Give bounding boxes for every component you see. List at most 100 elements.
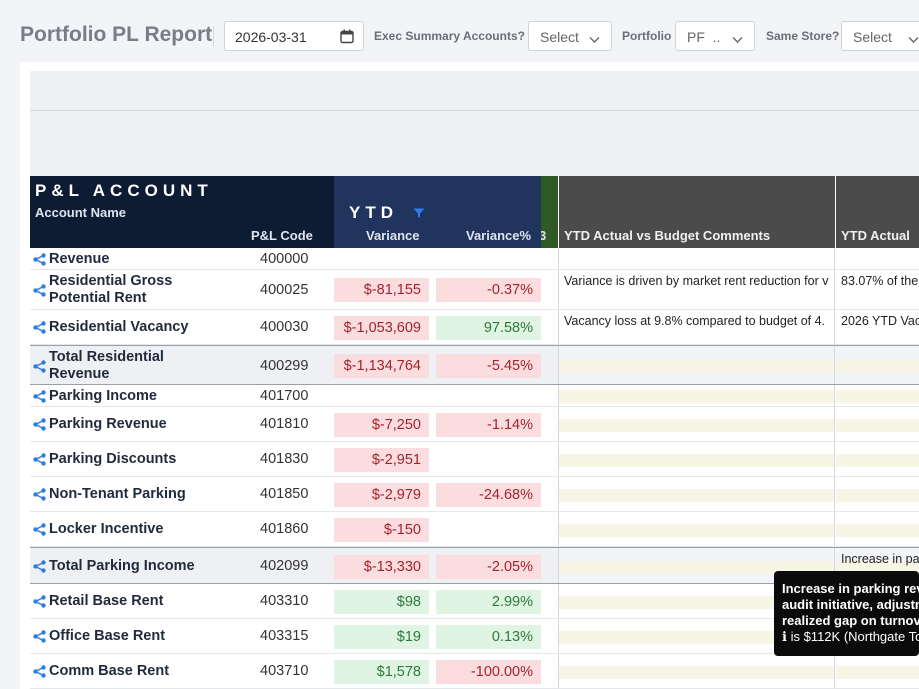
ytd-actual-comment-cell[interactable] xyxy=(836,248,919,269)
comment-cell[interactable] xyxy=(558,442,835,476)
share-icon[interactable] xyxy=(33,665,46,683)
variance-pct-value[interactable]: -5.45% xyxy=(436,354,541,378)
comment-text: Vacancy loss at 9.8% compared to budget … xyxy=(564,314,826,328)
table-row[interactable]: Revenue 400000 xyxy=(30,248,919,270)
variance-value[interactable]: $-81,155 xyxy=(334,278,429,302)
account-cell: Residential Vacancy 400030 xyxy=(30,310,334,344)
pl-code: 403710 xyxy=(260,663,309,679)
share-icon[interactable] xyxy=(33,390,46,408)
table-row-total[interactable]: Total Residential Revenue 400299 $-1,134,7… xyxy=(30,345,919,385)
variance-header[interactable]: Variance xyxy=(366,228,420,243)
table-row[interactable]: Parking Discounts 401830 $-2,951 xyxy=(30,442,919,477)
comment-cell[interactable] xyxy=(558,407,835,441)
table-row[interactable]: Residential Gross Potential Rent 400025 $-… xyxy=(30,270,919,310)
filter-icon[interactable] xyxy=(413,206,425,224)
account-name[interactable]: Residential Gross Potential Rent xyxy=(49,273,199,307)
account-name[interactable]: Residential Vacancy xyxy=(49,319,188,336)
variance-value[interactable]: $-7,250 xyxy=(334,413,429,437)
variance-pct-header[interactable]: Variance% xyxy=(466,228,531,243)
pl-code: 402099 xyxy=(260,558,309,574)
variance-value[interactable]: $1,578 xyxy=(334,660,429,684)
empty-comment-stripe xyxy=(559,524,834,537)
account-name[interactable]: Non-Tenant Parking xyxy=(49,486,186,503)
account-name[interactable]: Locker Incentive xyxy=(49,521,163,538)
ytd-actual-comment-cell[interactable]: 83.07% of the xyxy=(836,270,919,309)
variance-value[interactable]: $-1,134,764 xyxy=(334,354,429,378)
share-icon[interactable] xyxy=(33,560,46,578)
exec-summary-select[interactable]: Select xyxy=(528,21,612,51)
variance-pct-value[interactable]: -24.68% xyxy=(436,483,541,507)
table-row[interactable]: Parking Income 401700 xyxy=(30,385,919,407)
comments-header-label[interactable]: YTD Actual vs Budget Comments xyxy=(564,228,770,243)
table-row[interactable]: Parking Revenue 401810 $-7,250 -1.14% xyxy=(30,407,919,442)
comment-cell[interactable] xyxy=(558,346,835,384)
variance-value[interactable]: $-13,330 xyxy=(334,555,429,579)
account-name[interactable]: Total Parking Income xyxy=(49,558,195,575)
comment-cell[interactable] xyxy=(558,477,835,511)
account-name[interactable]: Retail Base Rent xyxy=(49,593,163,610)
variance-pct-value[interactable]: 97.58% xyxy=(436,316,541,340)
account-name[interactable]: Office Base Rent xyxy=(49,628,165,645)
table-row[interactable]: Non-Tenant Parking 401850 $-2,979 -24.68% xyxy=(30,477,919,512)
variance-pct-value[interactable]: 0.13% xyxy=(436,625,541,649)
variance-pct-value[interactable]: 2.99% xyxy=(436,590,541,614)
comment-cell[interactable] xyxy=(558,385,835,406)
portfolio-label: Portfolio xyxy=(622,29,672,43)
account-name[interactable]: Parking Income xyxy=(49,388,157,405)
ytd-actual-comment-cell[interactable] xyxy=(836,512,919,546)
share-icon[interactable] xyxy=(33,284,46,302)
portfolio-value: PF .. xyxy=(687,29,721,45)
share-icon[interactable] xyxy=(33,488,46,506)
table-row[interactable]: Comm Base Rent 403710 $1,578 -100.00% xyxy=(30,654,919,689)
account-name[interactable]: Total Residential Revenue xyxy=(49,349,199,383)
pl-code-header[interactable]: P&L Code xyxy=(251,228,313,243)
account-name[interactable]: Parking Discounts xyxy=(49,451,176,468)
account-name[interactable]: Revenue xyxy=(49,251,109,268)
variance-value[interactable]: $-2,979 xyxy=(334,483,429,507)
variance-value[interactable]: $98 xyxy=(334,590,429,614)
variance-pct-value[interactable]: -0.37% xyxy=(436,278,541,302)
variance-pct-value[interactable]: -100.00% xyxy=(436,660,541,684)
ytd-actual-comment-cell[interactable] xyxy=(836,346,919,384)
comment-cell[interactable] xyxy=(558,654,835,688)
account-name-header[interactable]: Account Name xyxy=(35,205,126,220)
share-icon[interactable] xyxy=(33,595,46,613)
account-name[interactable]: Comm Base Rent xyxy=(49,663,169,680)
ytd-actual-comment-text: 2026 YTD Vac xyxy=(841,314,919,328)
filter-bar: Portfolio PL Report 2026-03-31 Exec Summ… xyxy=(0,0,919,62)
portfolio-select[interactable]: PF .. xyxy=(675,21,755,51)
share-icon[interactable] xyxy=(33,523,46,541)
share-icon[interactable] xyxy=(33,321,46,339)
variance-pct-value[interactable]: -1.14% xyxy=(436,413,541,437)
ytd-actual-header-label[interactable]: YTD Actual xyxy=(841,228,910,243)
ytd-actual-comment-cell[interactable] xyxy=(836,477,919,511)
variance-value[interactable]: $19 xyxy=(334,625,429,649)
share-icon[interactable] xyxy=(33,453,46,471)
pl-code: 401700 xyxy=(260,388,309,404)
comment-cell[interactable]: Vacancy loss at 9.8% compared to budget … xyxy=(558,310,835,344)
ytd-actual-comment-cell[interactable]: 2026 YTD Vac xyxy=(836,310,919,344)
comment-cell[interactable] xyxy=(558,248,835,269)
share-icon[interactable] xyxy=(33,253,46,271)
share-icon[interactable] xyxy=(33,418,46,436)
calendar-icon[interactable] xyxy=(340,29,354,49)
account-name[interactable]: Parking Revenue xyxy=(49,416,167,433)
ytd-actual-comment-cell[interactable] xyxy=(836,407,919,441)
share-icon[interactable] xyxy=(33,630,46,648)
share-icon[interactable] xyxy=(33,360,46,378)
variance-value[interactable]: $-1,053,609 xyxy=(334,316,429,340)
ytd-actual-comment-cell[interactable] xyxy=(836,385,919,406)
same-store-label: Same Store? xyxy=(766,29,840,43)
table-row[interactable]: Locker Incentive 401860 $-150 xyxy=(30,512,919,547)
empty-comment-stripe xyxy=(559,454,834,467)
variance-pct-value[interactable]: -2.05% xyxy=(436,555,541,579)
variance-value[interactable]: $-150 xyxy=(334,518,429,542)
date-picker[interactable]: 2026-03-31 xyxy=(224,21,364,51)
table-row[interactable]: Residential Vacancy 400030 $-1,053,609 97.5… xyxy=(30,310,919,345)
variance-value[interactable]: $-2,951 xyxy=(334,448,429,472)
ytd-actual-comment-cell[interactable] xyxy=(836,442,919,476)
ytd-actual-comment-cell[interactable] xyxy=(836,654,919,688)
same-store-select[interactable]: Select xyxy=(841,21,919,51)
comment-cell[interactable] xyxy=(558,512,835,546)
comment-cell[interactable]: Variance is driven by market rent reduct… xyxy=(558,270,835,309)
